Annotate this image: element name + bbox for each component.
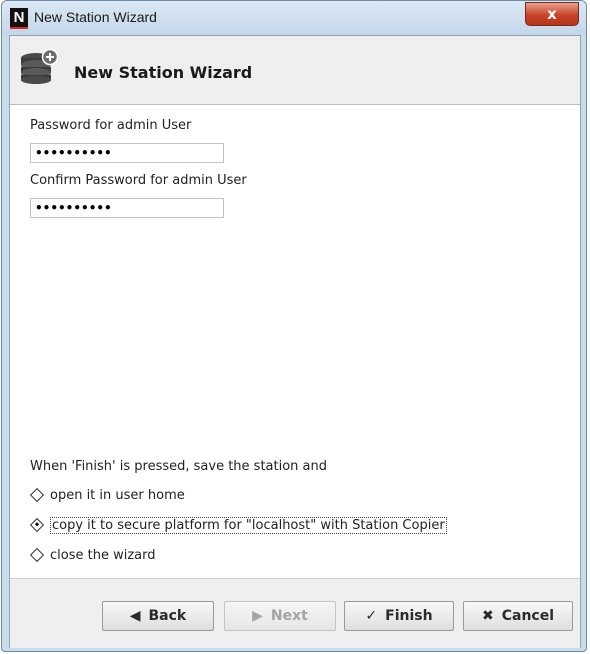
- option-close-wizard[interactable]: close the wizard: [29, 545, 156, 565]
- password-field[interactable]: ••••••••••: [30, 143, 224, 163]
- cancel-button[interactable]: ✖ Cancel: [463, 601, 573, 631]
- finish-button[interactable]: ✓ Finish: [344, 601, 454, 631]
- triangle-right-icon: ▶: [252, 608, 263, 624]
- confirm-password-field[interactable]: ••••••••••: [30, 198, 224, 218]
- triangle-left-icon: ◀: [129, 608, 141, 624]
- option-label: open it in user home: [50, 487, 185, 503]
- option-label: copy it to secure platform for "localhos…: [50, 516, 447, 534]
- title-bar[interactable]: N New Station Wizard x: [2, 1, 586, 35]
- option-label: close the wizard: [50, 547, 156, 563]
- radio-diamond-icon[interactable]: [29, 487, 45, 503]
- cancel-label: Cancel: [501, 608, 554, 624]
- wizard-header: New Station Wizard: [10, 36, 580, 105]
- option-open-user-home[interactable]: open it in user home: [29, 485, 185, 505]
- close-button[interactable]: x: [525, 2, 579, 26]
- app-logo-icon: N: [10, 8, 28, 29]
- back-button[interactable]: ◀ Back: [102, 601, 214, 631]
- radio-diamond-selected-icon[interactable]: [29, 517, 45, 533]
- finish-behavior-label: When 'Finish' is pressed, save the stati…: [30, 459, 327, 474]
- wizard-content: New Station Wizard Password for admin Us…: [9, 35, 581, 648]
- confirm-password-label: Confirm Password for admin User: [30, 173, 247, 188]
- button-bar: ◀ Back ▶ Next ✓ Finish ✖ Cancel: [10, 578, 580, 648]
- option-copy-to-platform[interactable]: copy it to secure platform for "localhos…: [29, 515, 447, 535]
- radio-diamond-icon[interactable]: [29, 547, 45, 563]
- next-button[interactable]: ▶ Next: [224, 601, 336, 631]
- x-icon: ✖: [481, 608, 494, 624]
- station-database-add-icon: [21, 49, 59, 84]
- finish-label: Finish: [385, 608, 433, 624]
- next-label: Next: [270, 608, 308, 624]
- checkmark-icon: ✓: [365, 608, 378, 624]
- window-title: New Station Wizard: [34, 9, 157, 25]
- back-label: Back: [148, 608, 187, 624]
- password-label: Password for admin User: [30, 118, 192, 133]
- wizard-title: New Station Wizard: [74, 63, 253, 82]
- wizard-window: N New Station Wizard x New Station Wizar…: [1, 0, 587, 652]
